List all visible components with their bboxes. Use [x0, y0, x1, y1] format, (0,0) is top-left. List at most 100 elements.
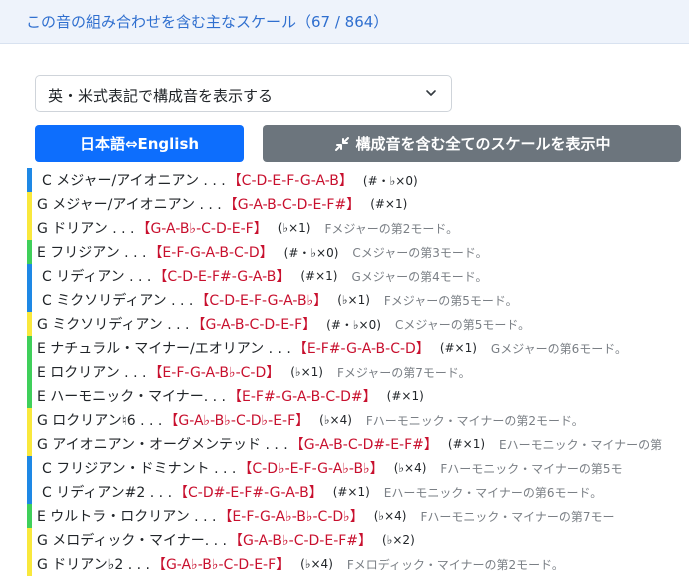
scale-notes: 【G-A-B♭-C-D-E-F】: [136, 221, 268, 237]
scale-accidentals: (#・♭×0): [283, 245, 339, 260]
scale-name[interactable]: G ドリアン . . .: [37, 218, 134, 238]
page-title: この音の組み合わせを含む主なスケール（67 / 864）: [26, 13, 389, 31]
root-color-bar: [27, 240, 32, 264]
scale-mode-info: Eハーモニック・マイナーの第6モード。: [383, 485, 603, 500]
scale-notes: 【E-F#-G-A-B-C-D】: [292, 341, 430, 357]
scale-mode-info: Fメジャーの第7モード。: [336, 365, 471, 380]
root-color-bar: [27, 360, 32, 384]
scale-notes: 【G-A♭-B♭-C-D-E-F】: [151, 557, 291, 573]
scale-notes: 【C-D-E-F-G-A-B♭】: [195, 293, 328, 309]
scale-accidentals: (♭×2): [382, 533, 415, 547]
scale-row[interactable]: G ミクソリディアン . . . 【G-A-B-C-D-E-F】 (#・♭×0) Cメ…: [27, 312, 689, 336]
scale-row[interactable]: C リディアン#2 . . . 【C-D#-E-F#-G-A-B】 (#×1) Eハー…: [27, 480, 689, 504]
scale-mode-info: Fメロディック・マイナーの第2モード。: [346, 557, 564, 572]
root-color-bar: [27, 216, 32, 240]
scale-name[interactable]: E ハーモニック・マイナー. . .: [37, 386, 226, 406]
show-all-scales-button[interactable]: 構成音を含む全てのスケールを表示中: [263, 125, 681, 162]
chevron-down-icon: [426, 90, 436, 96]
root-color-bar: [27, 504, 32, 528]
scale-notes: 【C-D-E-F-G-A-B】: [227, 173, 353, 189]
scale-name[interactable]: C ミクソリディアン . . .: [42, 290, 193, 310]
scale-row[interactable]: G ドリアン♭2 . . . 【G-A♭-B♭-C-D-E-F】 (♭×4) Fメロデ…: [27, 552, 689, 576]
scale-row[interactable]: E フリジアン . . . 【E-F-G-A-B-C-D】 (#・♭×0) Cメジャー…: [27, 240, 689, 264]
scale-mode-info: Cメジャーの第5モード。: [394, 317, 531, 332]
scale-accidentals: (♭×1): [337, 293, 370, 307]
scale-mode-info: Fハーモニック・マイナーの第5モ: [440, 461, 623, 476]
scale-accidentals: (#×1): [439, 341, 477, 355]
notation-select-value: 英・米式表記で構成音を表示する: [48, 87, 274, 105]
scale-accidentals: (#・♭×0): [362, 173, 418, 188]
scale-mode-info: Cメジャーの第3モード。: [352, 245, 488, 260]
root-color-bar: [27, 384, 32, 408]
scale-row[interactable]: C メジャー/アイオニアン . . . 【C-D-E-F-G-A-B】 (#・♭×0…: [27, 168, 689, 192]
root-color-bar: [27, 168, 32, 192]
scale-row[interactable]: G ロクリアン♮6 . . . 【G-A♭-B♭-C-D♭-E-F】 (♭×4) Fハ…: [27, 408, 689, 432]
scale-accidentals: (#×1): [370, 197, 408, 211]
scale-mode-info: Fハーモニック・マイナーの第7モー: [420, 509, 615, 524]
root-color-bar: [27, 336, 32, 360]
scale-notes: 【C-D#-E-F#-G-A-B】: [174, 485, 323, 501]
scale-row[interactable]: G アイオニアン・オーグメンテッド . . . 【G-A-B-C-D#-E-F#】…: [27, 432, 689, 456]
scale-accidentals: (♭×4): [373, 509, 407, 523]
root-color-bar: [27, 408, 32, 432]
scale-mode-info: Eハーモニック・マイナーの第: [499, 437, 663, 452]
scale-list: C メジャー/アイオニアン . . . 【C-D-E-F-G-A-B】 (#・♭×0…: [27, 168, 689, 576]
scale-notes: 【C-D-E-F#-G-A-B】: [153, 269, 291, 285]
scale-notes: 【G-A-B-C-D#-E-F#】: [289, 437, 438, 453]
root-color-bar: [27, 192, 32, 216]
scale-name[interactable]: G ドリアン♭2 . . .: [37, 554, 150, 574]
scale-accidentals: (♭×4): [300, 557, 333, 571]
scale-accidentals: (#・♭×0): [326, 317, 381, 332]
scale-name[interactable]: C メジャー/アイオニアン . . .: [42, 170, 226, 190]
scale-name[interactable]: E ナチュラル・マイナー/エオリアン . . .: [37, 338, 291, 358]
scale-mode-info: Fハーモニック・マイナーの第2モード。: [365, 413, 584, 428]
scale-row[interactable]: G メジャー/アイオニアン . . . 【G-A-B-C-D-E-F#】 (#×1): [27, 192, 689, 216]
scale-name[interactable]: E ロクリアン . . .: [37, 362, 146, 382]
scale-name[interactable]: G ミクソリディアン . . .: [37, 314, 189, 334]
root-color-bar: [27, 312, 32, 336]
scale-name[interactable]: E ウルトラ・ロクリアン . . .: [37, 506, 216, 526]
show-all-scales-label: 構成音を含む全てのスケールを表示中: [355, 135, 611, 153]
scale-row[interactable]: G メロディック・マイナー. . . 【G-A-B♭-C-D-E-F#】 (♭×2): [27, 528, 689, 552]
scale-row[interactable]: E ナチュラル・マイナー/エオリアン . . . 【E-F#-G-A-B-C-D】…: [27, 336, 689, 360]
scale-notes: 【G-A♭-B♭-C-D♭-E-F】: [164, 413, 310, 429]
scale-name[interactable]: G ロクリアン♮6 . . .: [37, 410, 162, 430]
scale-name[interactable]: E フリジアン . . .: [37, 242, 146, 262]
scale-name[interactable]: C フリジアン・ドミナント . . .: [42, 458, 236, 478]
scale-name[interactable]: G メロディック・マイナー. . .: [37, 530, 227, 550]
scale-name[interactable]: G アイオニアン・オーグメンテッド . . .: [37, 434, 288, 454]
scale-name[interactable]: C リディアン . . .: [42, 266, 151, 286]
scale-notes: 【G-A-B♭-C-D-E-F#】: [229, 533, 373, 549]
scale-mode-info: Fメジャーの第5モード。: [383, 293, 518, 308]
scale-row[interactable]: C ミクソリディアン . . . 【C-D-E-F-G-A-B♭】 (♭×1) Fメジ…: [27, 288, 689, 312]
scale-notes: 【E-F-G-A♭-B♭-C-D♭】: [218, 509, 364, 525]
root-color-bar: [27, 456, 32, 480]
root-color-bar: [27, 480, 32, 504]
scale-row[interactable]: E ウルトラ・ロクリアン . . . 【E-F-G-A♭-B♭-C-D♭】 (♭×4…: [27, 504, 689, 528]
scale-notes: 【C-D♭-E-F-G-A♭-B♭】: [238, 461, 384, 477]
scale-notes: 【E-F#-G-A-B-C-D#】: [228, 389, 377, 405]
notation-select[interactable]: 英・米式表記で構成音を表示する: [35, 75, 452, 112]
root-color-bar: [27, 528, 32, 552]
scale-row[interactable]: C フリジアン・ドミナント . . . 【C-D♭-E-F-G-A♭-B♭】 (♭×…: [27, 456, 689, 480]
scale-accidentals: (#×1): [447, 437, 486, 451]
scale-name[interactable]: G メジャー/アイオニアン . . .: [37, 194, 222, 214]
compress-arrows-icon: [335, 136, 350, 151]
scale-notes: 【G-A-B-C-D-E-F#】: [223, 197, 361, 213]
root-color-bar: [27, 264, 32, 288]
language-toggle-button[interactable]: 日本語⇔English: [35, 125, 244, 162]
scale-accidentals: (♭×4): [319, 413, 352, 427]
scale-notes: 【E-F-G-A-B♭-C-D】: [148, 365, 281, 381]
scale-row[interactable]: E ロクリアン . . . 【E-F-G-A-B♭-C-D】 (♭×1) Fメジャーの…: [27, 360, 689, 384]
scale-row[interactable]: E ハーモニック・マイナー. . . 【E-F#-G-A-B-C-D#】 (#×1): [27, 384, 689, 408]
scale-notes: 【E-F-G-A-B-C-D】: [148, 245, 274, 261]
scale-mode-info: Gメジャーの第6モード。: [490, 341, 628, 356]
language-toggle-label: 日本語⇔English: [79, 135, 200, 153]
scale-row[interactable]: C リディアン . . . 【C-D-E-F#-G-A-B】 (#×1) Gメジャーの…: [27, 264, 689, 288]
root-color-bar: [27, 552, 32, 576]
scale-accidentals: (#×1): [332, 485, 370, 499]
scale-accidentals: (♭×1): [290, 365, 323, 379]
scale-row[interactable]: G ドリアン . . . 【G-A-B♭-C-D-E-F】 (♭×1) Fメジャーの第…: [27, 216, 689, 240]
scale-name[interactable]: C リディアン#2 . . .: [42, 482, 172, 502]
scale-accidentals: (#×1): [300, 269, 338, 283]
